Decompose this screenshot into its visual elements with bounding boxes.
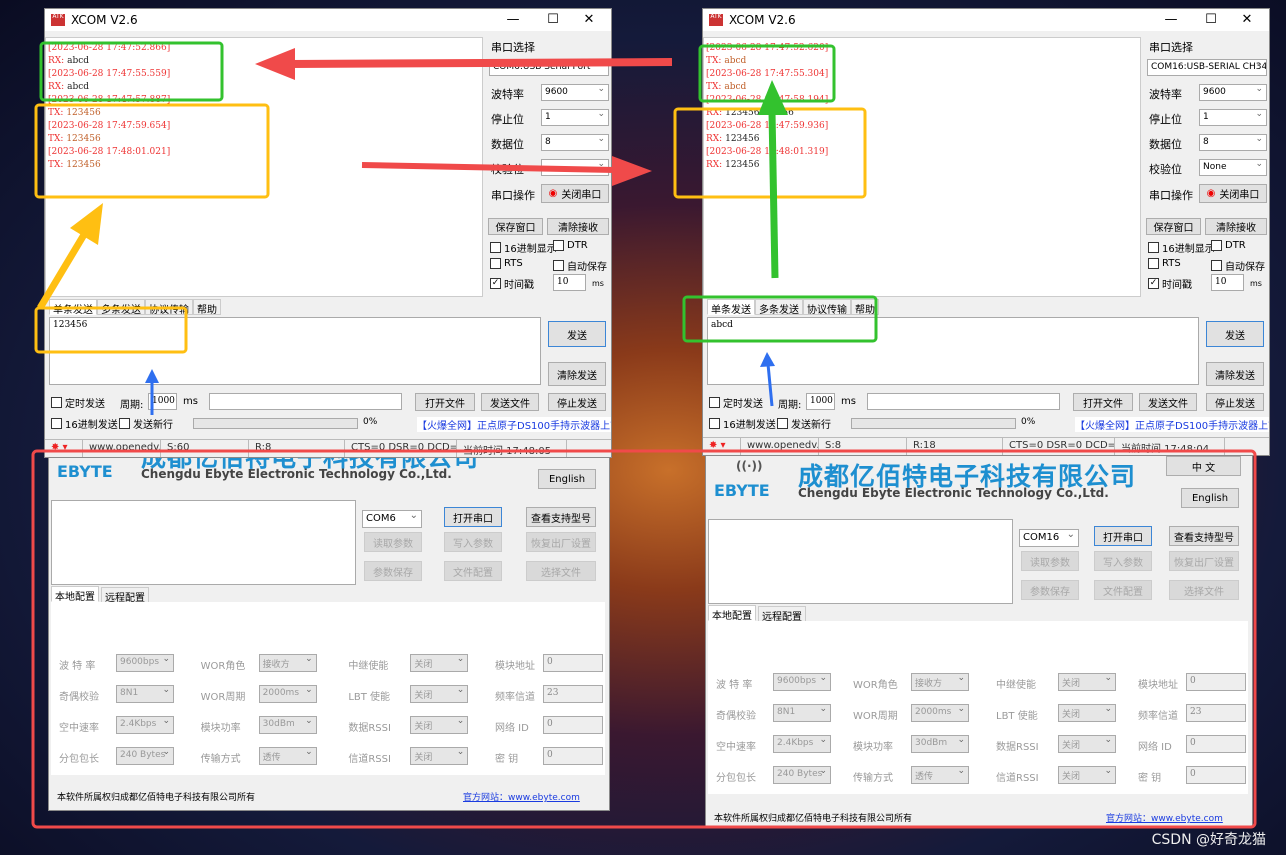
- blue-arrow-left: [145, 369, 159, 415]
- blue-arrow-right: [760, 352, 775, 407]
- annotation-overlay: [31, 41, 1257, 829]
- yellow-highlight-box-left-input: [34, 306, 188, 354]
- watermark: CSDN @好奇龙猫: [1151, 832, 1266, 848]
- green-highlight-box-right-input: [682, 295, 878, 343]
- red-arrow-to-right-rx: [361, 156, 652, 186]
- green-highlight-box-left-rx: [39, 41, 224, 102]
- red-highlight-box: [31, 449, 1257, 829]
- yellow-highlight-box-left-tx: [34, 103, 270, 199]
- yellow-arrow-input-to-log: [36, 203, 103, 310]
- red-arrow-to-left-rx: [255, 48, 673, 80]
- green-arrow-input-to-log: [758, 80, 788, 279]
